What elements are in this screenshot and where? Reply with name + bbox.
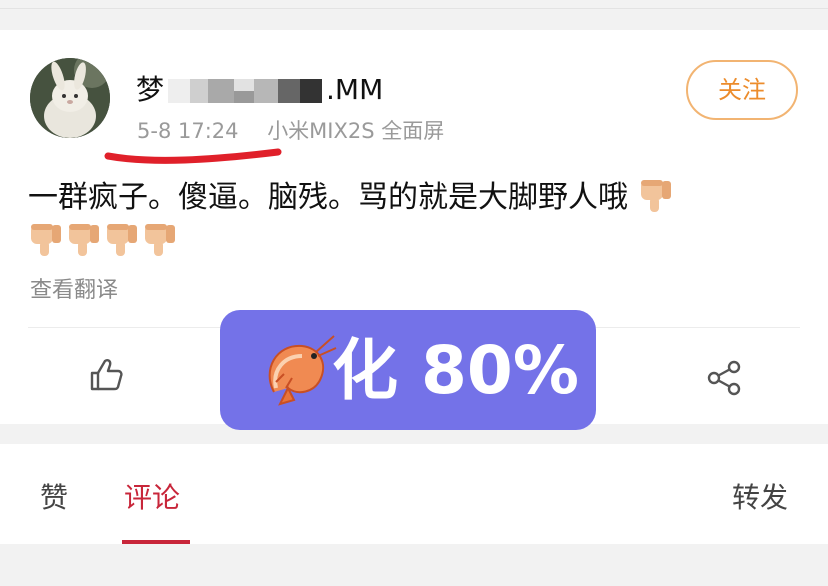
post-text-content: 一群疯子。傻逼。脑残。骂的就是大脚野人哦	[28, 180, 628, 215]
tab-reposts[interactable]: 转发	[732, 476, 788, 516]
tabs-bar: 赞 评论 转发	[0, 444, 828, 544]
top-strip	[0, 0, 828, 8]
red-annotation-underline	[104, 148, 282, 164]
thumbs-down-emoji	[31, 224, 61, 256]
username-prefix: 梦	[136, 73, 165, 106]
progress-label: 化 80%	[332, 332, 579, 409]
follow-button[interactable]: 关注	[686, 60, 798, 120]
translate-link[interactable]: 查看翻译	[30, 272, 118, 304]
avatar-rabbit-image	[30, 58, 110, 138]
tab-comments[interactable]: 评论	[124, 476, 180, 516]
progress-overlay-badge: 化 80%	[220, 310, 596, 430]
shrimp-icon	[268, 335, 337, 406]
thumbs-down-emoji	[145, 224, 175, 256]
username[interactable]: 梦 .MM	[136, 68, 383, 108]
avatar[interactable]	[30, 58, 110, 138]
post-text: 一群疯子。傻逼。脑残。骂的就是大脚野人哦	[28, 176, 808, 264]
tab-likes[interactable]: 赞	[40, 476, 68, 516]
bottom-area	[0, 544, 828, 586]
thumbs-down-emoji	[640, 180, 671, 212]
thumbs-down-emoji	[69, 224, 99, 256]
share-icon[interactable]	[704, 358, 744, 398]
thumbs-up-icon[interactable]	[86, 355, 126, 395]
top-divider	[0, 8, 828, 9]
username-pixelation	[168, 79, 323, 103]
username-suffix: .MM	[326, 73, 384, 106]
thumbs-down-emoji	[107, 224, 137, 256]
post-device: 小米MIX2S 全面屏	[267, 119, 445, 143]
